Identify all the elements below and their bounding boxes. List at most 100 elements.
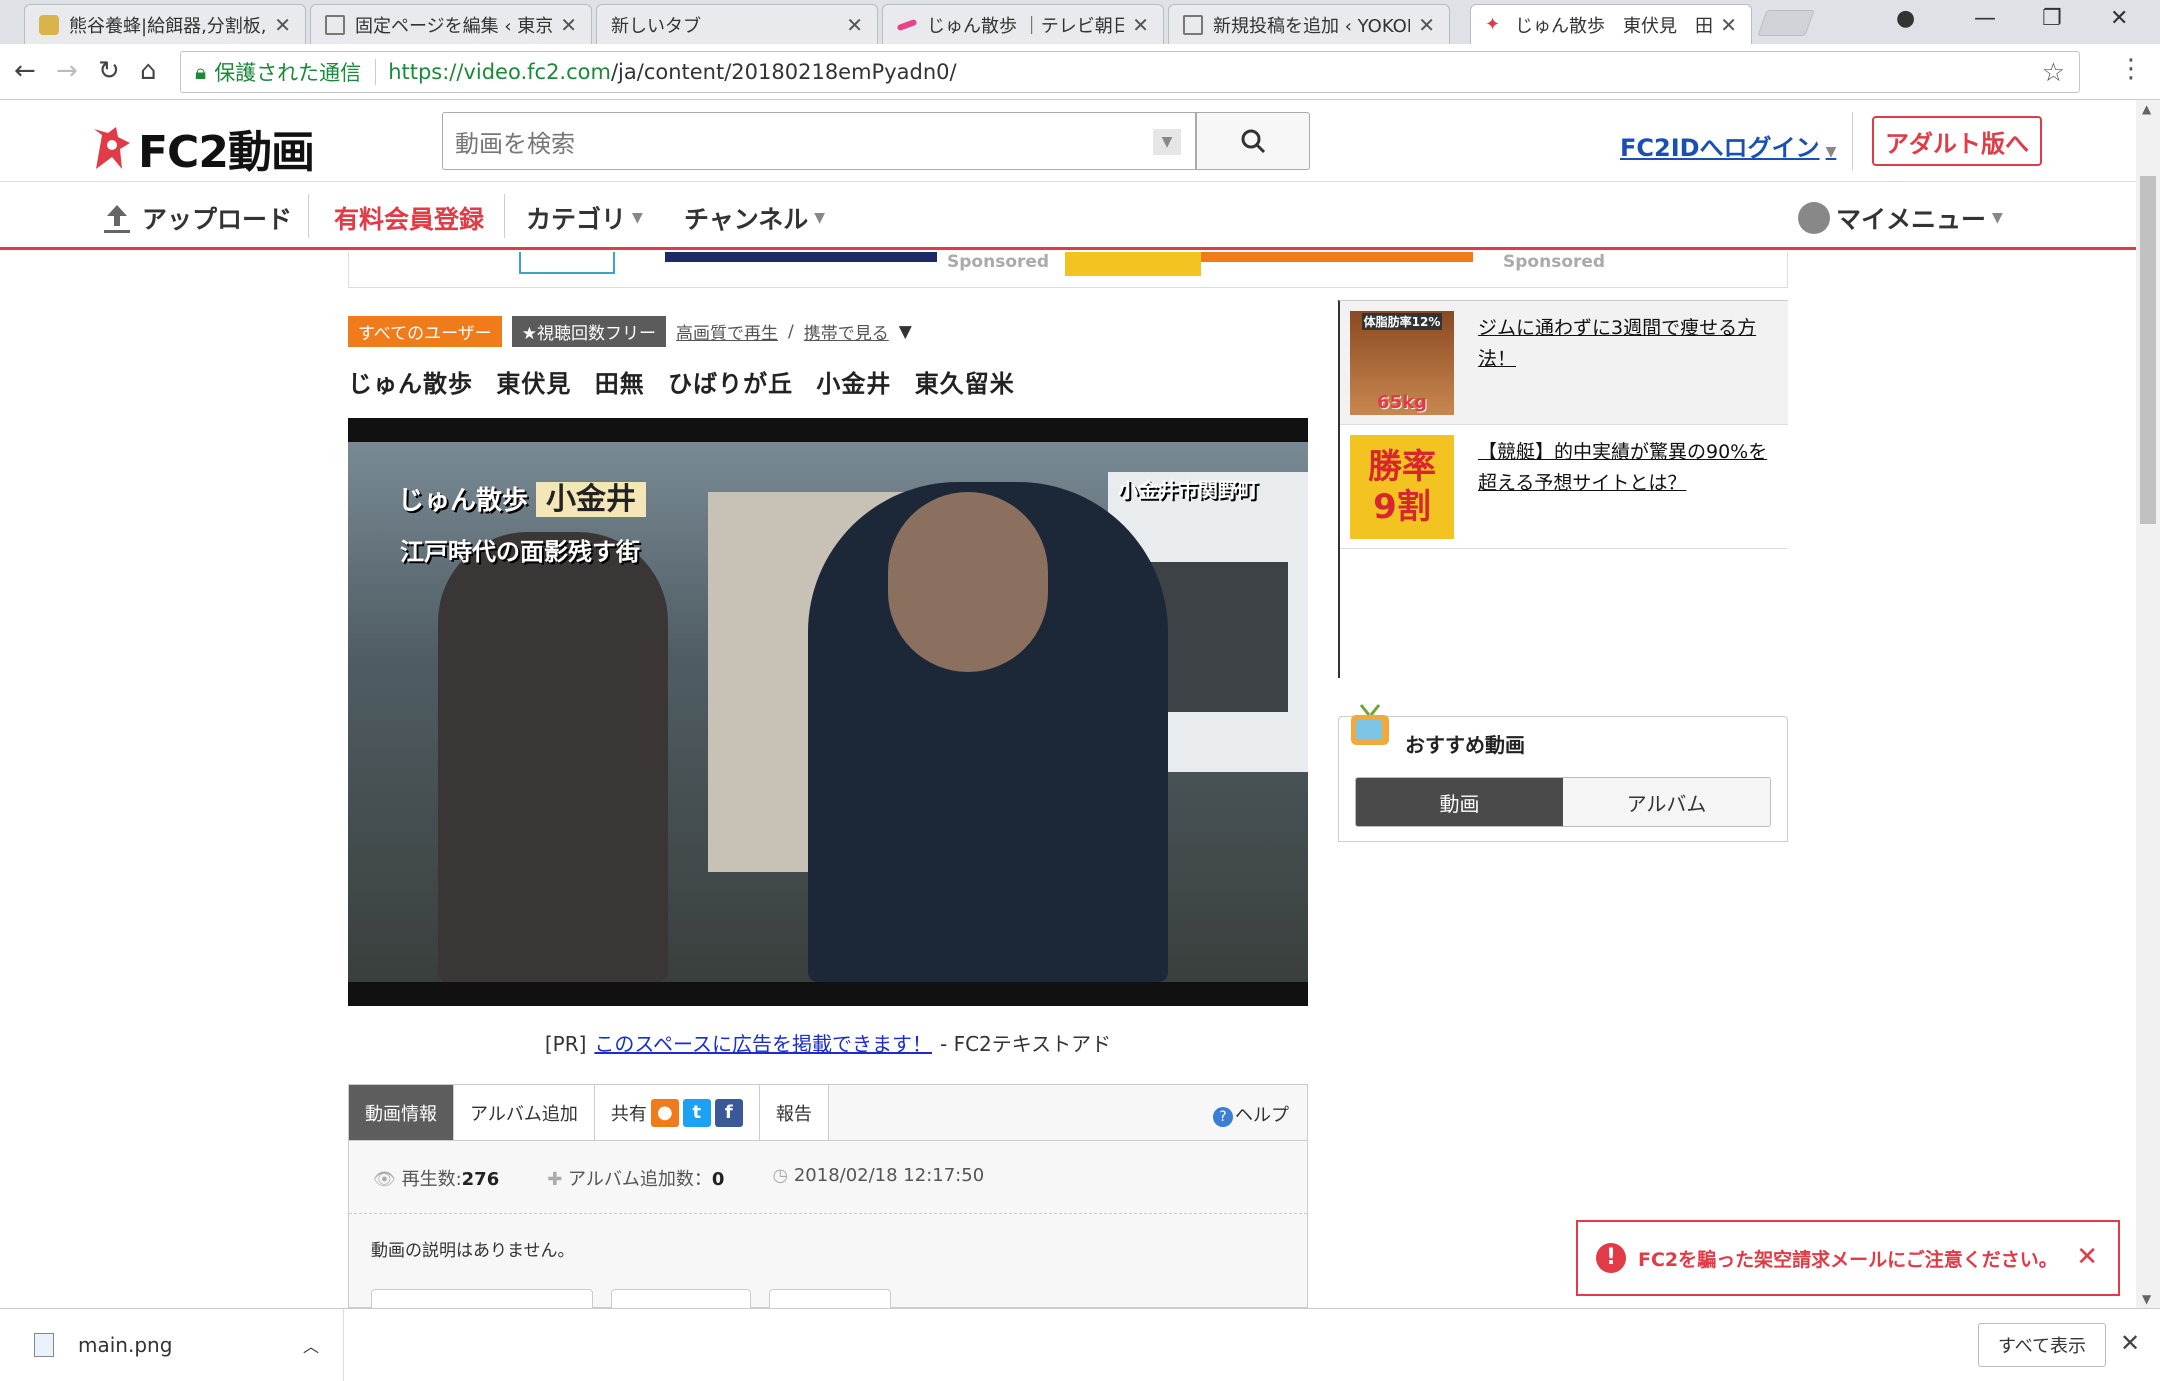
banner-ad-image[interactable] — [519, 252, 615, 274]
search-dropdown-icon[interactable]: ▼ — [1153, 129, 1181, 155]
facebook-icon[interactable]: f — [714, 1098, 743, 1127]
restore-icon[interactable]: ❐ — [2042, 6, 2062, 31]
recommended-tabs: 動画 アルバム — [1355, 777, 1771, 827]
new-tab-button[interactable] — [1757, 10, 1815, 36]
mobile-view-link[interactable]: 携帯で見る — [804, 319, 889, 344]
ad-link[interactable]: ジムに通わずに3週間で痩せる方法！ — [1478, 313, 1778, 375]
plus-icon: ✚ — [547, 1169, 569, 1190]
bee-favicon-icon — [39, 14, 59, 35]
scroll-thumb[interactable] — [2140, 176, 2156, 524]
window-close-icon[interactable]: ✕ — [2110, 6, 2128, 31]
tab-label: 新しいタブ — [611, 15, 701, 37]
login-link[interactable]: FC2IDへログイン ▼ — [1620, 128, 1836, 163]
channel-menu[interactable]: チャンネル ▼ — [684, 200, 825, 236]
banner-ad-image[interactable] — [665, 252, 937, 262]
home-icon[interactable]: ⌂ — [140, 56, 157, 86]
address-bar[interactable]: 🔒︎ 保護された通信 https://video.fc2.com /ja/con… — [180, 51, 2080, 93]
scam-warning-toast[interactable]: ! FC2を騙った架空請求メールにご注意ください。 ✕ — [1576, 1220, 2120, 1296]
fc2-logo[interactable]: FC2動画 — [92, 116, 315, 180]
twitter-icon[interactable]: t — [682, 1098, 711, 1127]
close-icon[interactable]: ✕ — [2076, 1242, 2098, 1272]
info-tabs: 動画情報 アルバム追加 共有 ● t f 報告 ? ヘルプ — [349, 1085, 1307, 1141]
close-icon[interactable]: ✕ — [560, 13, 577, 37]
close-icon[interactable]: ✕ — [1720, 13, 1737, 37]
ad-link[interactable]: 【競艇】的中実績が驚異の90%を超える予想サイトとは？ — [1478, 437, 1778, 499]
scroll-down-icon[interactable]: ▼ — [2142, 1292, 2151, 1306]
close-icon[interactable]: ✕ — [2120, 1329, 2140, 1357]
sidebar-ad-item[interactable]: 体脂肪率12% 65kg ジムに通わずに3週間で痩せる方法！ — [1340, 301, 1788, 425]
share-label: 共有 — [610, 1103, 647, 1125]
browser-tab[interactable]: 固定ページを編集 ‹ 東京で ✕ — [310, 4, 592, 44]
scroll-up-icon[interactable]: ▲ — [2142, 102, 2151, 116]
ad-thumb-bottom: 9割 — [1373, 487, 1431, 527]
show-all-downloads-button[interactable]: すべて表示 — [1978, 1323, 2106, 1367]
browser-tab[interactable]: 新規投稿を追加 ‹ YOKOK ✕ — [1168, 4, 1450, 44]
minimize-icon[interactable]: — — [1974, 6, 1996, 31]
fc2-logo-icon — [94, 127, 130, 169]
download-filename: main.png — [78, 1333, 173, 1357]
banner-ad-strip[interactable]: Sponsored Sponsored — [348, 252, 1788, 288]
banner-ad-image[interactable] — [1201, 252, 1473, 262]
pr-ad-link[interactable]: このスペースに広告を掲載できます！ — [594, 1032, 932, 1056]
close-icon[interactable]: ✕ — [846, 13, 863, 37]
help-link[interactable]: ? ヘルプ — [1213, 1101, 1289, 1127]
sidebar-ad-item[interactable]: 勝率 9割 【競艇】的中実績が驚異の90%を超える予想サイトとは？ — [1340, 425, 1788, 549]
video-player[interactable]: じゅん散歩 小金井 江戸時代の面影残す街 小金井市関野町 — [348, 418, 1308, 1006]
browser-tab[interactable]: 熊谷養蜂|給餌器,分割板, ✕ — [24, 4, 306, 44]
text-ad: [PR] このスペースに広告を掲載できます！ - FC2テキストアド — [348, 1028, 1308, 1057]
site-nav: アップロード 有料会員登録 カテゴリ ▼ チャンネル ▼ マイメニュー ▼ — [0, 182, 2136, 250]
tab-add-album[interactable]: アルバム追加 — [454, 1085, 595, 1140]
back-icon[interactable]: ← — [14, 56, 36, 86]
adult-version-button[interactable]: アダルト版へ — [1872, 116, 2042, 166]
scene-head — [888, 492, 1048, 672]
video-frame: じゅん散歩 小金井 江戸時代の面影残す街 小金井市関野町 — [348, 442, 1308, 982]
premium-signup-link[interactable]: 有料会員登録 — [334, 200, 484, 236]
upload-link[interactable]: アップロード — [100, 200, 292, 236]
forward-icon[interactable]: → — [56, 56, 78, 86]
browser-tab[interactable]: じゅん散歩 ｜テレビ朝日 ✕ — [882, 4, 1164, 44]
ad-thumbnail[interactable]: 勝率 9割 — [1350, 435, 1454, 539]
bookmark-star-icon[interactable]: ☆ — [2042, 58, 2065, 88]
tab-videos[interactable]: 動画 — [1356, 778, 1563, 826]
chevron-up-icon[interactable]: ︿ — [303, 1333, 319, 1357]
browser-tab[interactable]: 新しいタブ ✕ — [596, 4, 878, 44]
reload-icon[interactable]: ↻ — [98, 56, 120, 86]
close-icon[interactable]: ✕ — [1132, 13, 1149, 37]
clock-icon: ◷ — [772, 1165, 794, 1186]
ad-thumbnail[interactable]: 体脂肪率12% 65kg — [1350, 311, 1454, 415]
chevron-down-icon: ▼ — [1825, 144, 1837, 160]
tab-report[interactable]: 報告 — [759, 1085, 829, 1140]
page-scrollbar[interactable]: ▲ ▼ — [2136, 100, 2160, 1308]
search-input[interactable]: 動画を検索 ▼ — [442, 112, 1196, 170]
fc2-share-icon[interactable]: ● — [650, 1098, 679, 1127]
tab-label: 熊谷養蜂|給餌器,分割板, — [69, 15, 267, 37]
mobile-caret-icon[interactable]: ▼ — [899, 322, 912, 342]
divider — [308, 194, 309, 238]
sidebar-ads: 体脂肪率12% 65kg ジムに通わずに3週間で痩せる方法！ 勝率 9割 【競艇… — [1338, 300, 1788, 678]
close-icon[interactable]: ✕ — [274, 13, 291, 37]
search-placeholder: 動画を検索 — [455, 129, 575, 158]
search-icon — [1241, 129, 1266, 154]
close-icon[interactable]: ✕ — [1418, 13, 1435, 37]
eye-icon: 👁︎ — [373, 1169, 402, 1190]
url-host: https://video.fc2.com — [388, 60, 611, 84]
tab-albums[interactable]: アルバム — [1563, 778, 1770, 826]
more-menu-icon[interactable]: ⋮ — [2118, 54, 2144, 84]
download-item[interactable]: main.png ︿ — [0, 1309, 344, 1381]
hq-play-link[interactable]: 高画質で再生 — [676, 319, 778, 344]
profile-icon[interactable]: ● — [1896, 6, 1915, 31]
warning-text[interactable]: FC2を騙った架空請求メールにご注意ください。 — [1638, 1245, 2058, 1272]
search-button[interactable] — [1196, 112, 1310, 170]
recommended-panel: おすすめ動画 動画 アルバム — [1338, 704, 1788, 842]
tab-share[interactable]: 共有 ● t f — [594, 1085, 760, 1140]
my-menu[interactable]: マイメニュー ▼ — [1798, 200, 2003, 236]
recommended-title: おすすめ動画 — [1405, 733, 1525, 757]
category-menu[interactable]: カテゴリ ▼ — [526, 200, 643, 236]
banner-ad-image[interactable] — [1065, 252, 1201, 276]
tab-video-info[interactable]: 動画情報 — [349, 1085, 454, 1140]
alert-icon: ! — [1596, 1243, 1626, 1273]
tab-label: じゅん散歩 東伏見 田無 — [1515, 16, 1713, 37]
ad-thumb-top: 体脂肪率12% — [1361, 313, 1443, 330]
browser-tab-active[interactable]: ✦ じゅん散歩 東伏見 田無 ✕ — [1470, 4, 1752, 45]
browser-tab-strip: 熊谷養蜂|給餌器,分割板, ✕ 固定ページを編集 ‹ 東京で ✕ 新しいタブ ✕… — [0, 0, 2160, 45]
